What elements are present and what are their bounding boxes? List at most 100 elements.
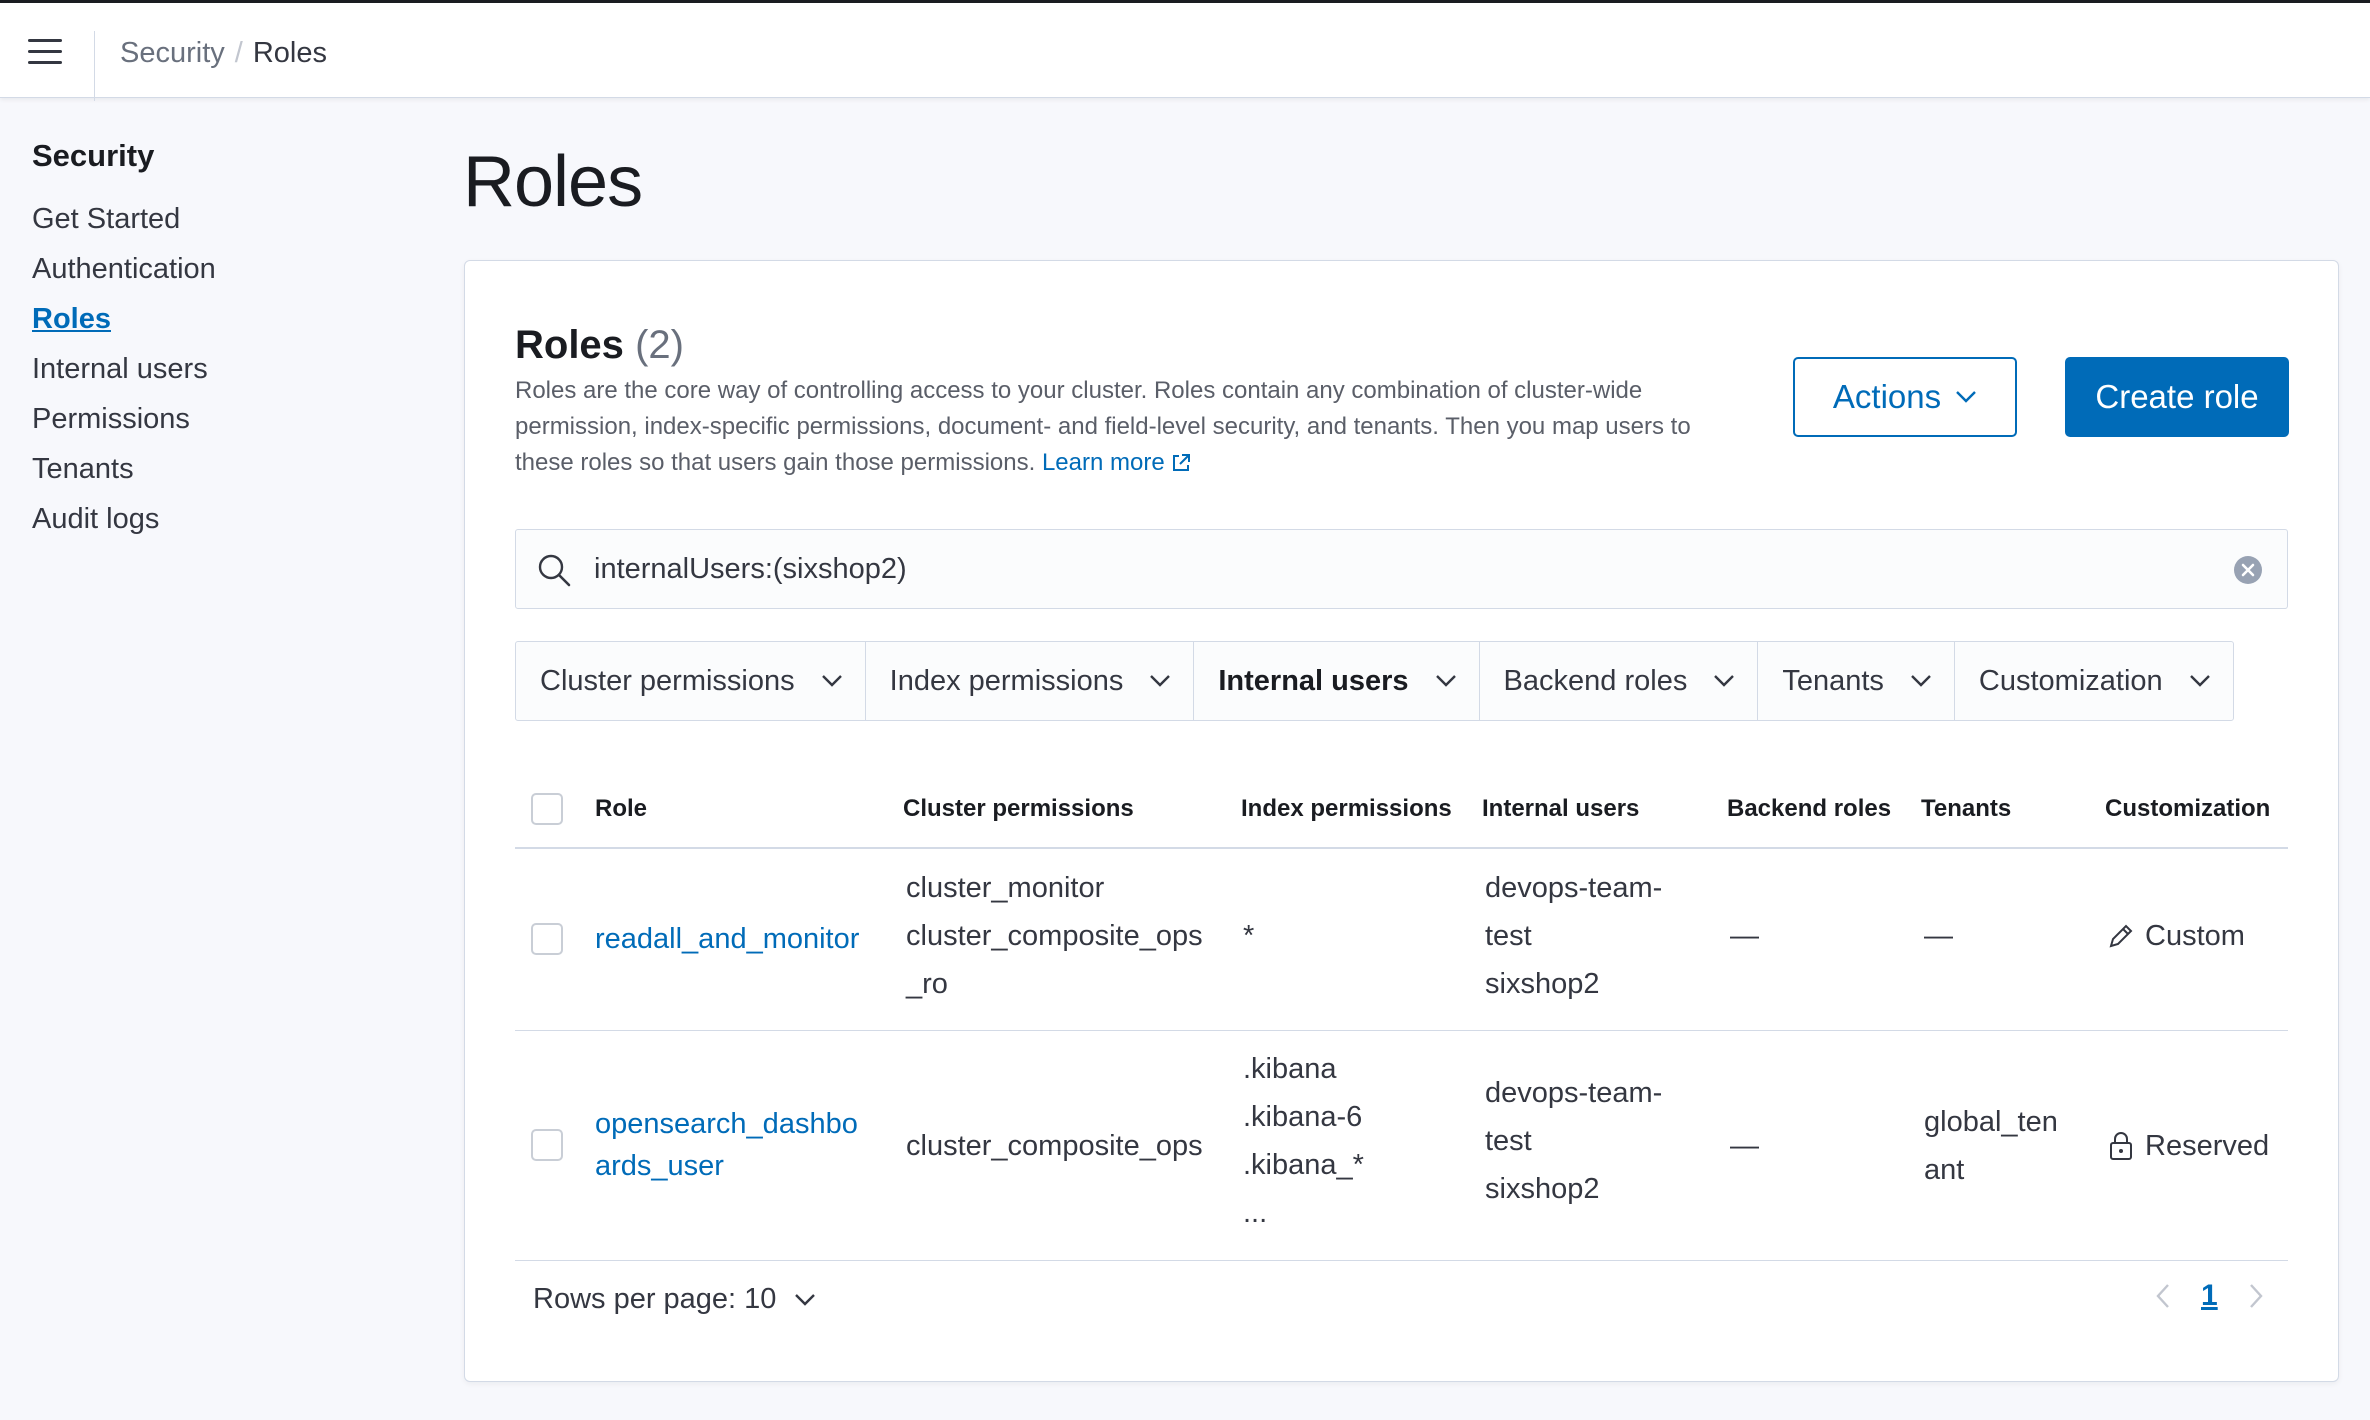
column-header-tenants[interactable]: Tenants <box>1921 793 2011 825</box>
user-value: test <box>1485 1125 1532 1157</box>
column-header-customization[interactable]: Customization <box>2105 793 2270 825</box>
permission-value: .kibana <box>1243 1053 1337 1085</box>
sidebar-title: Security <box>32 138 155 173</box>
chevron-down-icon <box>1911 675 1931 687</box>
learn-more-text: Learn more <box>1041 449 1165 476</box>
next-page-icon[interactable] <box>2248 1282 2264 1310</box>
internal-users-cell: devops-team- test sixshop2 <box>1485 1069 1662 1213</box>
user-value: sixshop2 <box>1485 968 1600 1000</box>
tenants-cell: global_ten ant <box>1924 1098 2058 1194</box>
row-checkbox[interactable] <box>531 923 563 955</box>
user-value: sixshop2 <box>1485 1173 1600 1205</box>
column-header-backend-roles[interactable]: Backend roles <box>1727 793 1891 825</box>
create-role-button[interactable]: Create role <box>2065 357 2289 437</box>
sidebar-item-get-started[interactable]: Get Started <box>32 194 392 244</box>
actions-button-label: Actions <box>1832 378 1942 415</box>
column-header-index-permissions[interactable]: Index permissions <box>1241 793 1452 825</box>
table-row: opensearch_dashbo ards_user cluster_comp… <box>515 1031 2288 1261</box>
table-header: Role Cluster permissions Index permissio… <box>515 769 2288 849</box>
chevron-down-icon <box>2189 675 2210 687</box>
header-divider <box>94 31 95 101</box>
learn-more-link[interactable]: Learn more <box>1042 449 1191 476</box>
table-row: readall_and_monitor cluster_monitor clus… <box>515 849 2288 1031</box>
pagination: 1 <box>2155 1279 2264 1313</box>
column-header-internal-users[interactable]: Internal users <box>1482 793 1639 825</box>
chevron-down-icon <box>821 675 842 687</box>
breadcrumb: Security / Roles <box>120 33 327 73</box>
role-name-link[interactable]: opensearch_dashbo ards_user <box>595 1103 858 1187</box>
cluster-permissions-cell: cluster_monitor cluster_composite_ops _r… <box>906 864 1203 1008</box>
role-name-link[interactable]: readall_and_monitor <box>595 918 859 960</box>
customization-value: Custom <box>2145 920 2245 952</box>
roles-count: (2) <box>635 323 684 367</box>
customization-cell: Reserved <box>2107 1122 2269 1170</box>
filter-label: Index permissions <box>889 664 1124 697</box>
row-checkbox[interactable] <box>531 1129 563 1161</box>
sidebar-item-permissions[interactable]: Permissions <box>32 394 392 444</box>
filter-label: Cluster permissions <box>540 664 795 697</box>
filter-index-permissions[interactable]: Index permissions <box>866 642 1195 720</box>
search-input[interactable] <box>594 542 2194 596</box>
rows-per-page-label: Rows per page: 10 <box>533 1283 777 1315</box>
chevron-down-icon <box>795 1293 816 1306</box>
tenant-line: ant <box>1924 1154 1965 1186</box>
customization-cell: Custom <box>2107 912 2245 960</box>
search-icon <box>538 554 571 587</box>
permission-value: .kibana-6 <box>1243 1101 1363 1133</box>
chevron-down-icon <box>1956 391 1976 403</box>
breadcrumb-roles: Roles <box>252 37 327 69</box>
filter-backend-roles[interactable]: Backend roles <box>1480 642 1759 720</box>
filter-internal-users[interactable]: Internal users <box>1194 642 1480 720</box>
security-sidebar-nav: Security Get Started Authentication Role… <box>32 132 392 544</box>
panel-description: Roles are the core way of controlling ac… <box>515 373 1735 481</box>
lock-icon <box>2110 1132 2132 1160</box>
chevron-down-icon <box>1150 675 1171 687</box>
page-number[interactable]: 1 <box>2201 1279 2218 1313</box>
user-value: devops-team- <box>1485 872 1663 904</box>
sidebar-item-tenants[interactable]: Tenants <box>32 444 392 494</box>
tenant-line: global_ten <box>1924 1106 2058 1138</box>
user-value: test <box>1485 920 1532 952</box>
breadcrumb-security[interactable]: Security <box>120 37 225 69</box>
index-permissions-cell: * <box>1243 920 1255 952</box>
chevron-down-icon <box>1435 675 1456 687</box>
sidebar-item-internal-users[interactable]: Internal users <box>32 344 392 394</box>
sidebar-item-authentication[interactable]: Authentication <box>32 244 392 294</box>
role-name-line: ards_user <box>595 1150 724 1182</box>
clear-search-icon[interactable] <box>2233 555 2263 585</box>
column-header-role[interactable]: Role <box>595 793 647 825</box>
sidebar-item-roles[interactable]: Roles <box>32 294 392 344</box>
filter-label: Customization <box>1978 664 2163 697</box>
backend-roles-cell: — <box>1730 1130 1759 1162</box>
column-header-cluster-permissions[interactable]: Cluster permissions <box>903 793 1134 825</box>
pencil-icon <box>2109 924 2133 948</box>
filter-label: Internal users <box>1218 664 1409 697</box>
menu-hamburger-icon[interactable] <box>28 39 68 67</box>
previous-page-icon[interactable] <box>2155 1282 2171 1310</box>
permission-value: _ro <box>906 968 948 1000</box>
filter-cluster-permissions[interactable]: Cluster permissions <box>516 642 866 720</box>
search-bar <box>515 529 2288 609</box>
index-permissions-cell: .kibana .kibana-6 .kibana_* ... <box>1243 1045 1364 1237</box>
rows-per-page-selector[interactable]: Rows per page: 10 <box>533 1283 816 1316</box>
role-name-line: opensearch_dashbo <box>595 1108 858 1140</box>
roles-panel: Roles (2) Roles are the core way of cont… <box>464 260 2339 1382</box>
page-title: Roles <box>463 142 643 222</box>
customization-value: Reserved <box>2145 1130 2270 1162</box>
permission-value: ... <box>1243 1197 1268 1229</box>
breadcrumb-separator: / <box>234 37 243 69</box>
top-header-bar: Security / Roles <box>0 0 2370 101</box>
tenants-cell: — <box>1924 920 1953 952</box>
actions-button[interactable]: Actions <box>1793 357 2017 437</box>
backend-roles-cell: — <box>1730 920 1759 952</box>
roles-table: Role Cluster permissions Index permissio… <box>515 769 2288 1261</box>
sidebar-item-audit-logs[interactable]: Audit logs <box>32 494 392 544</box>
filter-tenants[interactable]: Tenants <box>1758 642 1955 720</box>
external-link-icon <box>1172 454 1190 471</box>
filter-customization[interactable]: Customization <box>1955 642 2233 720</box>
cluster-permissions-cell: cluster_composite_ops <box>906 1130 1203 1162</box>
user-value: devops-team- <box>1485 1077 1663 1109</box>
select-all-checkbox[interactable] <box>531 793 563 825</box>
filter-label: Backend roles <box>1503 664 1688 697</box>
permission-value: cluster_monitor <box>906 872 1105 904</box>
